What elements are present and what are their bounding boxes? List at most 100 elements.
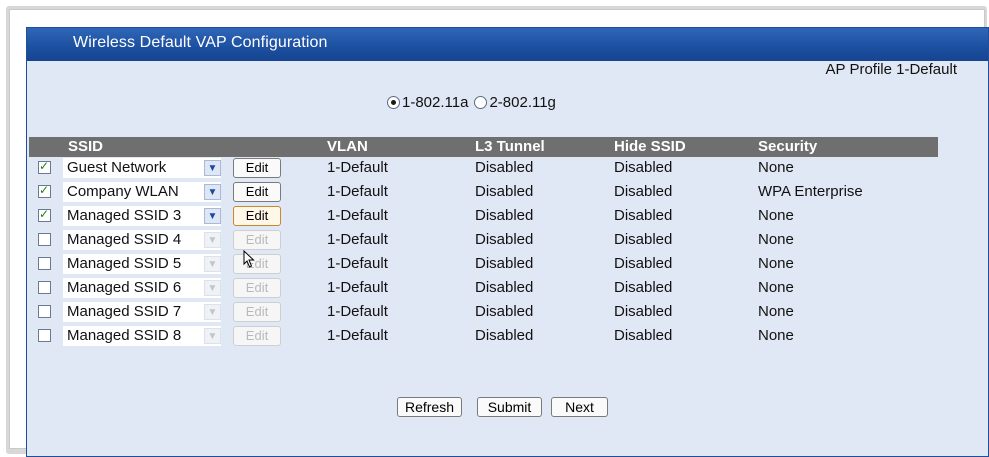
l3-tunnel-cell: Disabled — [475, 327, 534, 344]
hide-ssid-cell: Disabled — [614, 183, 673, 200]
chevron-down-icon[interactable]: ▼ — [204, 160, 221, 176]
security-cell: None — [758, 231, 794, 248]
refresh-button[interactable]: Refresh — [397, 397, 462, 417]
ssid-value: Guest Network — [67, 159, 167, 176]
l3-tunnel-cell: Disabled — [475, 303, 534, 320]
ssid-select[interactable]: Guest Network ▼ — [63, 158, 221, 178]
vlan-cell: 1-Default — [327, 303, 388, 320]
ssid-select[interactable]: Managed SSID 8 ▼ — [63, 326, 221, 346]
ssid-value: Managed SSID 6 — [67, 279, 182, 296]
security-cell: None — [758, 207, 794, 224]
security-cell: None — [758, 159, 794, 176]
table-row: Managed SSID 5 ▼ Edit 1-Default Disabled Disa… — [29, 253, 938, 277]
security-cell: None — [758, 327, 794, 344]
hide-ssid-cell: Disabled — [614, 231, 673, 248]
ap-profile-label: AP Profile 1-Default — [825, 61, 957, 78]
table-row: Managed SSID 6 ▼ Edit 1-Default Disabled Disa… — [29, 277, 938, 301]
vlan-cell: 1-Default — [327, 207, 388, 224]
radio-80211g[interactable] — [474, 95, 488, 109]
l3-tunnel-cell: Disabled — [475, 159, 534, 176]
hide-ssid-cell: Disabled — [614, 327, 673, 344]
chevron-down-icon[interactable]: ▼ — [204, 232, 221, 248]
security-cell: WPA Enterprise — [758, 183, 863, 200]
ssid-value: Managed SSID 8 — [67, 327, 182, 344]
table-body: Guest Network ▼ Edit 1-Default Disabled Disab… — [29, 157, 938, 349]
edit-button[interactable]: Edit — [233, 230, 281, 250]
enable-checkbox[interactable] — [38, 233, 51, 246]
ssid-value: Managed SSID 5 — [67, 255, 182, 272]
l3-tunnel-cell: Disabled — [475, 183, 534, 200]
l3-tunnel-cell: Disabled — [475, 207, 534, 224]
radio-80211a-label: 1-802.11a — [402, 93, 469, 111]
enable-checkbox[interactable] — [38, 281, 51, 294]
ssid-select[interactable]: Company WLAN ▼ — [63, 182, 221, 202]
enable-checkbox[interactable] — [38, 159, 51, 174]
enable-checkbox[interactable] — [38, 305, 51, 318]
security-cell: None — [758, 255, 794, 272]
radio-80211a[interactable] — [387, 95, 400, 109]
ssid-value: Company WLAN — [67, 183, 179, 200]
enable-checkbox[interactable] — [38, 257, 51, 270]
hide-ssid-cell: Disabled — [614, 303, 673, 320]
table-row: Managed SSID 3 ▼ Edit 1-Default Disabled Disa… — [29, 205, 938, 229]
hide-ssid-cell: Disabled — [614, 159, 673, 176]
hide-ssid-cell: Disabled — [614, 279, 673, 296]
col-l3-tunnel: L3 Tunnel — [475, 138, 545, 155]
security-cell: None — [758, 303, 794, 320]
vlan-cell: 1-Default — [327, 279, 388, 296]
enable-checkbox[interactable] — [38, 183, 51, 198]
chevron-down-icon[interactable]: ▼ — [204, 280, 221, 296]
table-header: SSID VLAN L3 Tunnel Hide SSID Security — [29, 137, 938, 157]
vlan-cell: 1-Default — [327, 231, 388, 248]
table-row: Managed SSID 7 ▼ Edit 1-Default Disabled Disa… — [29, 301, 938, 325]
action-bar: Refresh Submit Next — [0, 397, 989, 419]
edit-button[interactable]: Edit — [233, 278, 281, 298]
ssid-select[interactable]: Managed SSID 7 ▼ — [63, 302, 221, 322]
edit-button[interactable]: Edit — [233, 302, 281, 322]
chevron-down-icon[interactable]: ▼ — [204, 208, 221, 224]
chevron-down-icon[interactable]: ▼ — [204, 304, 221, 320]
ssid-select[interactable]: Managed SSID 4 ▼ — [63, 230, 221, 250]
vlan-cell: 1-Default — [327, 159, 388, 176]
ssid-select[interactable]: Managed SSID 3 ▼ — [63, 206, 221, 226]
chevron-down-icon[interactable]: ▼ — [204, 256, 221, 272]
next-button[interactable]: Next — [551, 397, 608, 417]
enable-checkbox[interactable] — [38, 207, 51, 222]
vlan-cell: 1-Default — [327, 255, 388, 272]
chevron-down-icon[interactable]: ▼ — [204, 184, 221, 200]
col-ssid: SSID — [68, 138, 104, 155]
edit-button[interactable]: Edit — [233, 158, 281, 178]
page-title: Wireless Default VAP Configuration — [73, 34, 328, 51]
l3-tunnel-cell: Disabled — [475, 279, 534, 296]
ssid-value: Managed SSID 4 — [67, 231, 182, 248]
l3-tunnel-cell: Disabled — [475, 255, 534, 272]
ssid-value: Managed SSID 7 — [67, 303, 182, 320]
ssid-select[interactable]: Managed SSID 6 ▼ — [63, 278, 221, 298]
mouse-pointer-icon — [243, 250, 255, 268]
security-cell: None — [758, 279, 794, 296]
submit-button[interactable]: Submit — [477, 397, 542, 417]
table-row: Guest Network ▼ Edit 1-Default Disabled Disab… — [29, 157, 938, 181]
hide-ssid-cell: Disabled — [614, 207, 673, 224]
edit-button[interactable]: Edit — [233, 326, 281, 346]
vlan-cell: 1-Default — [327, 183, 388, 200]
ssid-value: Managed SSID 3 — [67, 207, 182, 224]
table-row: Managed SSID 8 ▼ Edit 1-Default Disabled Disa… — [29, 325, 938, 349]
hide-ssid-cell: Disabled — [614, 255, 673, 272]
edit-button[interactable]: Edit — [233, 182, 281, 202]
col-vlan: VLAN — [327, 138, 368, 155]
radio-mode-group: 1-802.11a 2-802.11g — [387, 91, 562, 113]
radio-80211g-label: 2-802.11g — [489, 93, 556, 111]
l3-tunnel-cell: Disabled — [475, 231, 534, 248]
edit-button[interactable]: Edit — [233, 206, 281, 226]
table-row: Managed SSID 4 ▼ Edit 1-Default Disabled Disa… — [29, 229, 938, 253]
vlan-cell: 1-Default — [327, 327, 388, 344]
col-hide-ssid: Hide SSID — [614, 138, 686, 155]
enable-checkbox[interactable] — [38, 329, 51, 342]
vap-table: SSID VLAN L3 Tunnel Hide SSID Security G… — [29, 137, 938, 349]
ssid-select[interactable]: Managed SSID 5 ▼ — [63, 254, 221, 274]
col-security: Security — [758, 138, 818, 155]
table-row: Company WLAN ▼ Edit 1-Default Disabled Disabl… — [29, 181, 938, 205]
title-bar: Wireless Default VAP Configuration — [27, 28, 988, 61]
chevron-down-icon[interactable]: ▼ — [204, 328, 221, 344]
